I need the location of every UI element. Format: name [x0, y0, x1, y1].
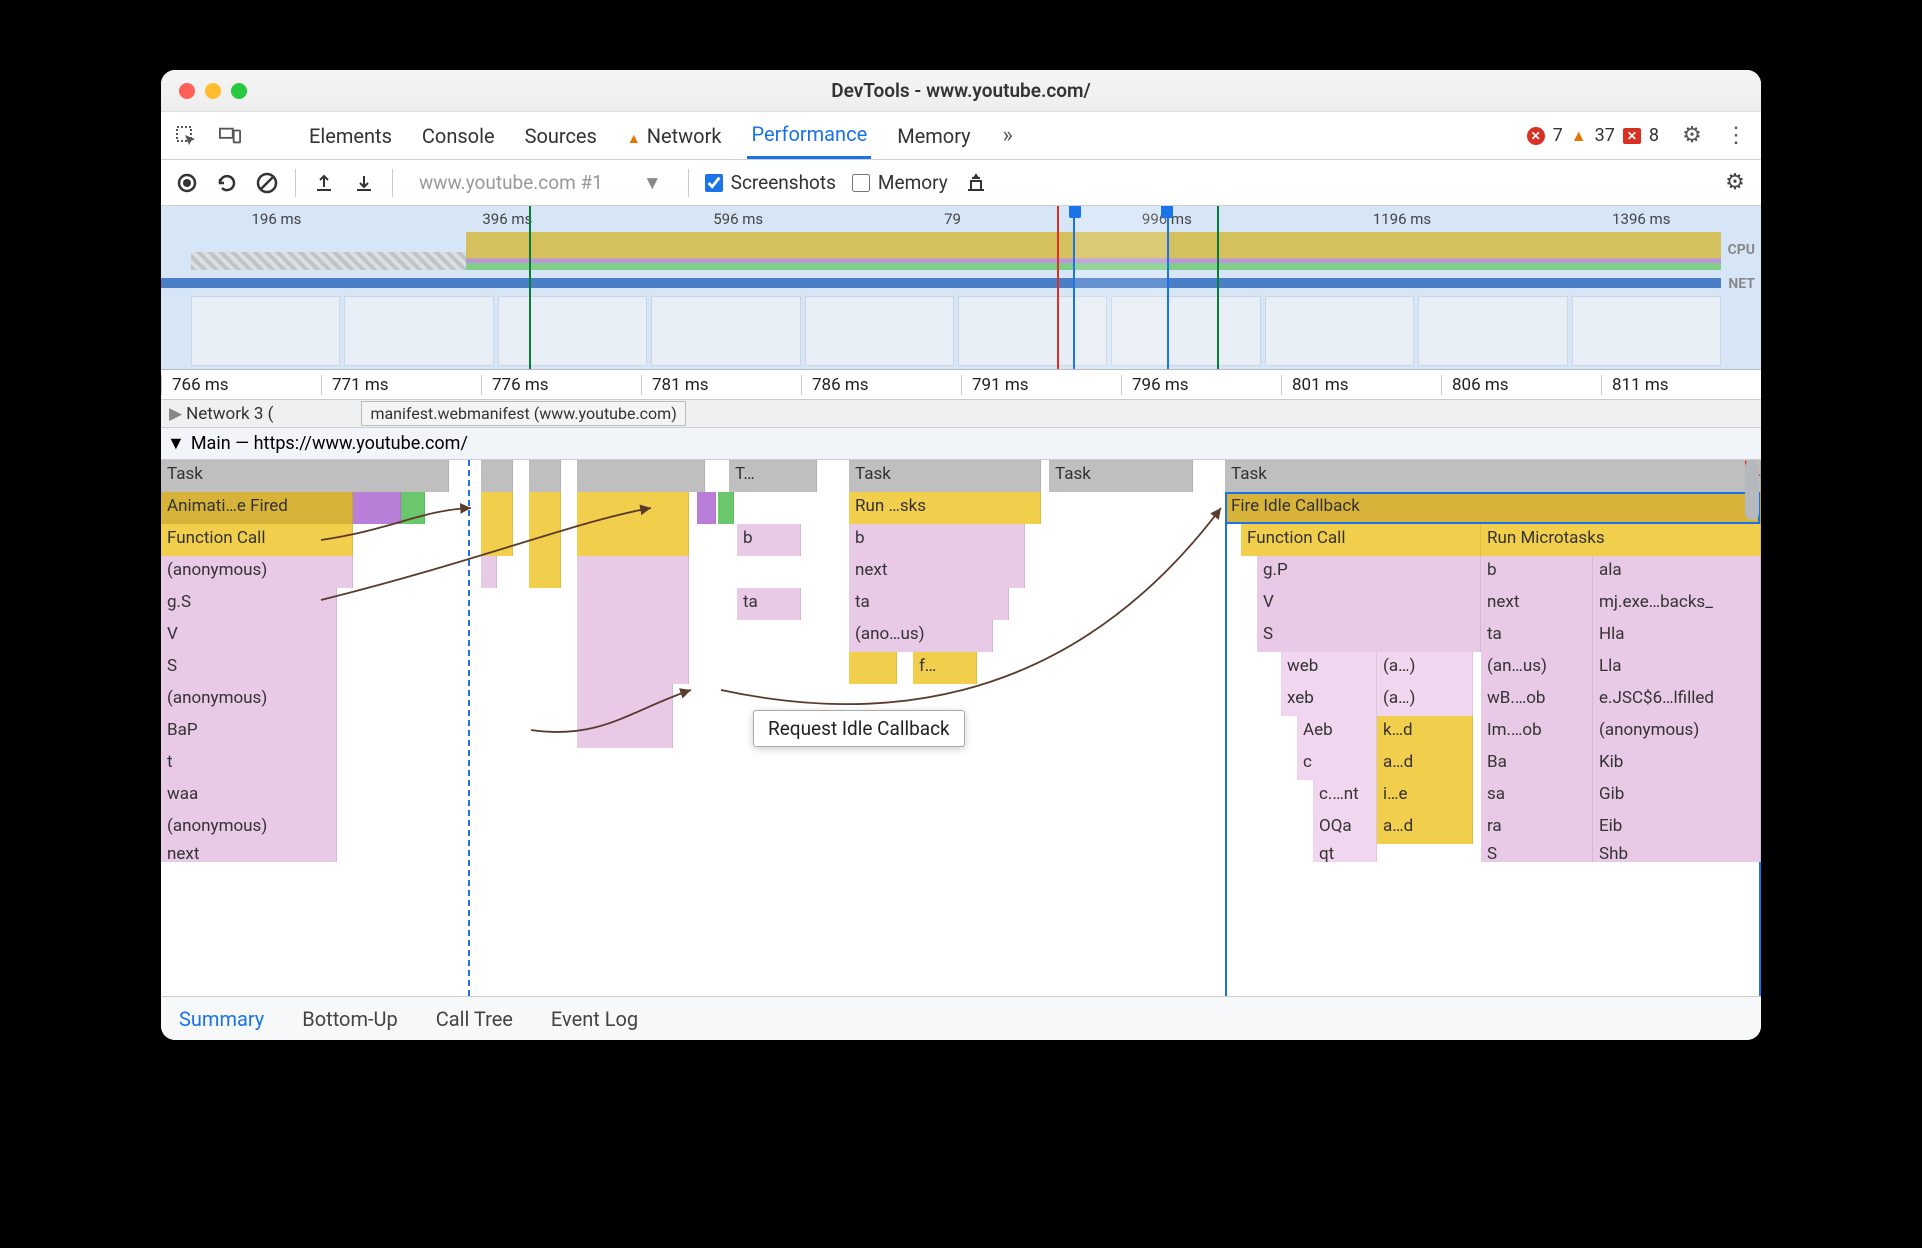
- capture-settings-icon[interactable]: ⚙: [1723, 171, 1747, 195]
- net-track-label: NET: [1728, 276, 1755, 292]
- main-tabs: Elements Console Sources Network Perform…: [161, 112, 1761, 160]
- inspect-icon[interactable]: [175, 125, 197, 147]
- reload-record-icon[interactable]: [215, 171, 239, 195]
- upload-icon[interactable]: [312, 171, 336, 195]
- titlebar: DevTools - www.youtube.com/: [161, 70, 1761, 112]
- marker-fcp: [529, 206, 531, 369]
- flame-task[interactable]: Task: [161, 460, 449, 492]
- net-chart: [161, 278, 1721, 288]
- selection-handle-left[interactable]: [1069, 206, 1081, 218]
- overview-selection[interactable]: [1073, 206, 1169, 369]
- fire-idle-callback[interactable]: Fire Idle Callback: [1225, 492, 1761, 524]
- tab-sources[interactable]: Sources: [521, 124, 601, 148]
- tab-memory[interactable]: Memory: [893, 124, 974, 148]
- warning-icon: ▲: [1571, 126, 1587, 146]
- garbage-collect-icon[interactable]: [964, 171, 988, 195]
- flame-scrollbar[interactable]: [1745, 460, 1759, 996]
- tab-performance[interactable]: Performance: [747, 112, 871, 159]
- perf-toolbar: www.youtube.com #1 ▼ Screenshots Memory …: [161, 160, 1761, 206]
- tab-bottom-up[interactable]: Bottom-Up: [302, 1007, 397, 1031]
- tab-elements[interactable]: Elements: [305, 124, 396, 148]
- scrollbar-thumb[interactable]: [1745, 460, 1759, 520]
- cpu-chart: [191, 230, 1721, 270]
- settings-icon[interactable]: ⚙: [1681, 125, 1703, 147]
- devtools-window: DevTools - www.youtube.com/ Elements Con…: [161, 70, 1761, 1040]
- kebab-icon[interactable]: ⋮: [1725, 125, 1747, 147]
- flame-chart[interactable]: Task T… Task Task Task Animati…e Fired R…: [161, 460, 1761, 996]
- marker-lcp: [1057, 206, 1059, 369]
- selection-handle-right[interactable]: [1161, 206, 1173, 218]
- time-ruler[interactable]: 766 ms771 ms776 ms781 ms786 ms 791 ms796…: [161, 370, 1761, 400]
- collapse-icon[interactable]: ▼: [167, 433, 185, 454]
- memory-checkbox[interactable]: Memory: [852, 171, 948, 194]
- tab-summary[interactable]: Summary: [179, 1007, 264, 1031]
- overview-ticks: 196 ms396 ms596 ms 79996 ms1196 ms1396 m…: [161, 210, 1761, 228]
- download-icon[interactable]: [352, 171, 376, 195]
- main-track-header[interactable]: ▼ Main — https://www.youtube.com/: [161, 428, 1761, 460]
- chevron-down-icon: ▼: [643, 171, 662, 195]
- record-icon[interactable]: [175, 171, 199, 195]
- device-toggle-icon[interactable]: [219, 125, 241, 147]
- window-title: DevTools - www.youtube.com/: [161, 79, 1761, 102]
- filmstrip: [191, 296, 1721, 366]
- flame-tooltip: Request Idle Callback: [753, 710, 965, 747]
- issue-counts[interactable]: ✕7 ▲37 ✕8: [1527, 125, 1659, 146]
- marker-dcl: [1217, 206, 1219, 369]
- tab-event-log[interactable]: Event Log: [551, 1007, 638, 1031]
- detail-tabs: Summary Bottom-Up Call Tree Event Log: [161, 996, 1761, 1040]
- tab-console[interactable]: Console: [418, 124, 499, 148]
- error-icon: ✕: [1527, 127, 1545, 145]
- expand-icon[interactable]: ▶: [169, 404, 182, 424]
- profile-dropdown[interactable]: www.youtube.com #1 ▼: [409, 171, 672, 195]
- tab-call-tree[interactable]: Call Tree: [436, 1007, 513, 1031]
- timeline-overview[interactable]: 196 ms396 ms596 ms 79996 ms1196 ms1396 m…: [161, 206, 1761, 370]
- more-tabs-icon[interactable]: »: [997, 125, 1019, 147]
- network-track[interactable]: ▶Network 3 ( manifest.webmanifest (www.y…: [161, 400, 1761, 428]
- network-request[interactable]: manifest.webmanifest (www.youtube.com): [361, 401, 685, 426]
- blocked-icon: ✕: [1623, 128, 1641, 144]
- screenshots-checkbox[interactable]: Screenshots: [705, 171, 836, 194]
- cpu-track-label: CPU: [1728, 242, 1755, 258]
- clear-icon[interactable]: [255, 171, 279, 195]
- tab-network[interactable]: Network: [623, 124, 726, 148]
